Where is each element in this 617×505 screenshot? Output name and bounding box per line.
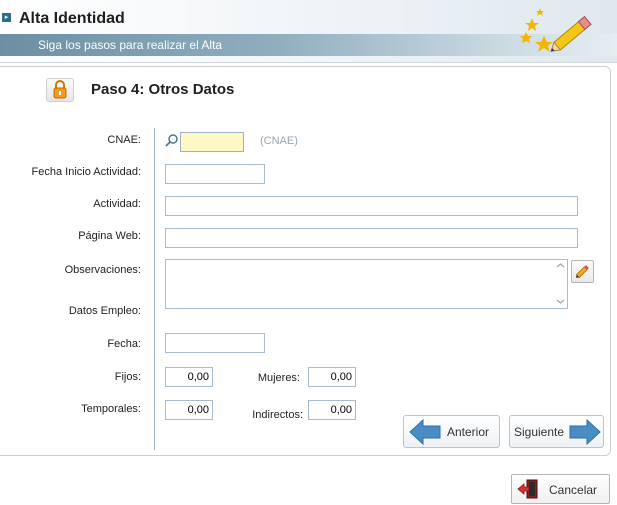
pencil-icon — [575, 265, 589, 279]
header-banner: ▸ Alta Identidad Siga los pasos para rea… — [0, 0, 617, 63]
indirectos-input[interactable] — [308, 400, 356, 420]
anterior-button[interactable]: Anterior — [403, 415, 500, 448]
exit-door-icon — [517, 479, 538, 499]
fecha-label: Fecha: — [107, 338, 141, 350]
pagina-web-input[interactable] — [165, 228, 578, 248]
anterior-label: Anterior — [447, 425, 490, 439]
scroll-up-icon — [556, 263, 565, 268]
siguiente-button[interactable]: Siguiente — [509, 415, 604, 448]
actividad-input[interactable] — [165, 196, 578, 216]
cancelar-label: Cancelar — [549, 483, 598, 497]
mujeres-label: Mujeres: — [257, 372, 300, 384]
temporales-label: Temporales: — [81, 403, 141, 415]
siguiente-label: Siguiente — [514, 425, 565, 439]
observaciones-textarea[interactable] — [165, 259, 568, 309]
pagina-web-label: Página Web: — [78, 230, 141, 242]
expand-icon[interactable]: ▸ — [2, 13, 11, 22]
scroll-down-icon — [556, 299, 565, 304]
cnae-label: CNAE: — [107, 134, 141, 146]
fijos-label: Fijos: — [114, 371, 141, 383]
arrow-right-icon — [569, 419, 601, 445]
arrow-left-icon — [409, 419, 441, 445]
header-subtitle: Siga los pasos para realizar el Alta — [38, 38, 223, 52]
observaciones-label: Observaciones: — [64, 264, 141, 276]
fecha-input[interactable] — [165, 333, 265, 353]
form-divider — [154, 128, 155, 450]
cancelar-button[interactable]: Cancelar — [511, 474, 610, 504]
cnae-input[interactable] — [180, 132, 244, 152]
observaciones-scrollbar[interactable] — [554, 260, 567, 308]
indirectos-label: Indirectos: — [252, 409, 303, 421]
search-icon[interactable] — [165, 134, 179, 148]
cnae-hint: (CNAE) — [260, 135, 298, 147]
fecha-inicio-label: Fecha Inicio Actividad: — [31, 166, 141, 178]
datos-empleo-label: Datos Empleo: — [68, 305, 141, 317]
fecha-inicio-input[interactable] — [165, 164, 265, 184]
mujeres-input[interactable] — [308, 367, 356, 387]
header-title: Alta Identidad — [19, 10, 125, 27]
observaciones-edit-button[interactable] — [571, 260, 594, 283]
lock-icon — [46, 78, 74, 102]
stars-pencil-icon — [520, 8, 592, 52]
actividad-label: Actividad: — [93, 198, 141, 210]
step-title: Paso 4: Otros Datos — [91, 81, 235, 98]
